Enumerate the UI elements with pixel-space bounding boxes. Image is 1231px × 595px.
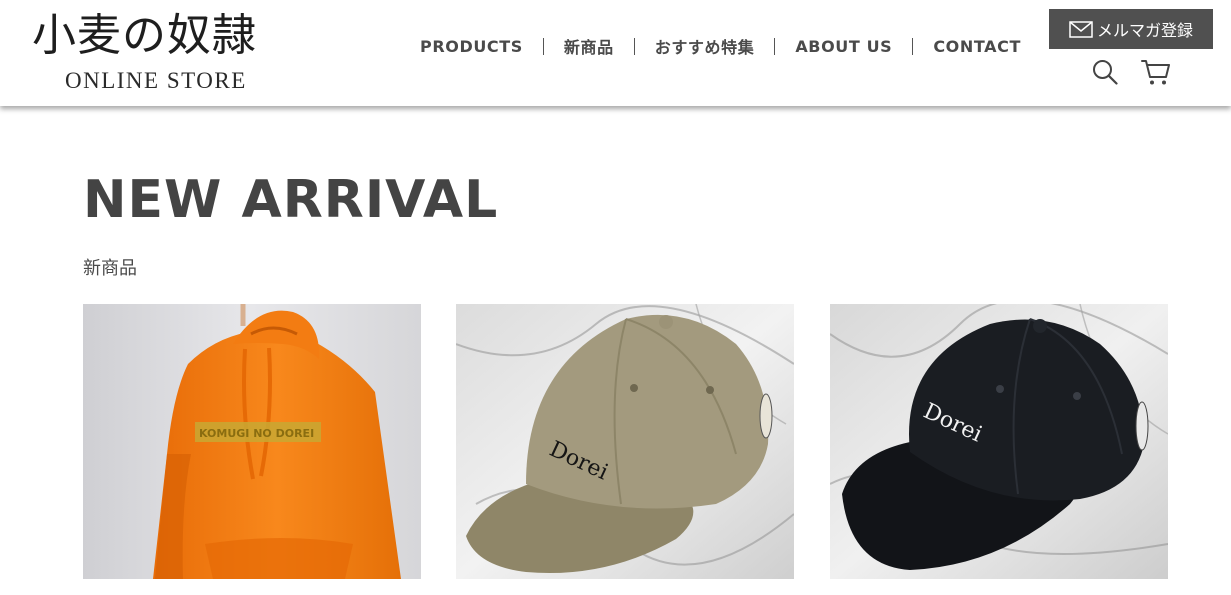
- nav-divider: [542, 37, 544, 55]
- product-image-khaki-cap: Dorei: [456, 304, 794, 579]
- nav-contact[interactable]: CONTACT: [933, 37, 1021, 56]
- cart-icon[interactable]: [1141, 58, 1171, 86]
- newsletter-button[interactable]: メルマガ登録: [1049, 9, 1213, 49]
- product-card-khaki-cap[interactable]: Dorei: [456, 304, 794, 579]
- product-image-black-cap: Dorei: [830, 304, 1168, 579]
- nav-new-items[interactable]: 新商品: [564, 34, 614, 58]
- site-header: 小麦の奴隷 ONLINE STORE PRODUCTS 新商品 おすすめ特集 A…: [0, 0, 1231, 106]
- product-card-black-cap[interactable]: Dorei: [830, 304, 1168, 579]
- hoodie-print-text: KOMUGI NO DOREI: [199, 427, 314, 440]
- main-nav: PRODUCTS 新商品 おすすめ特集 ABOUT US CONTACT: [420, 33, 1021, 59]
- page-subtitle: 新商品: [83, 258, 137, 279]
- nav-products[interactable]: PRODUCTS: [420, 37, 523, 56]
- nav-divider: [633, 37, 635, 55]
- site-logo[interactable]: 小麦の奴隷 ONLINE STORE: [30, 6, 292, 98]
- logo-title: 小麦の奴隷: [32, 10, 257, 61]
- mail-icon: [1069, 20, 1093, 38]
- nav-featured[interactable]: おすすめ特集: [655, 34, 755, 58]
- nav-divider: [912, 37, 914, 55]
- nav-about-us[interactable]: ABOUT US: [795, 37, 892, 56]
- search-icon[interactable]: [1092, 59, 1118, 85]
- product-image-orange-hoodie: KOMUGI NO DOREI: [83, 304, 421, 579]
- product-card-hoodie[interactable]: KOMUGI NO DOREI: [83, 304, 421, 579]
- logo-subtitle: ONLINE STORE: [65, 68, 247, 93]
- newsletter-label: メルマガ登録: [1096, 21, 1193, 40]
- page-title: NEW ARRIVAL: [83, 170, 499, 230]
- nav-divider: [774, 37, 776, 55]
